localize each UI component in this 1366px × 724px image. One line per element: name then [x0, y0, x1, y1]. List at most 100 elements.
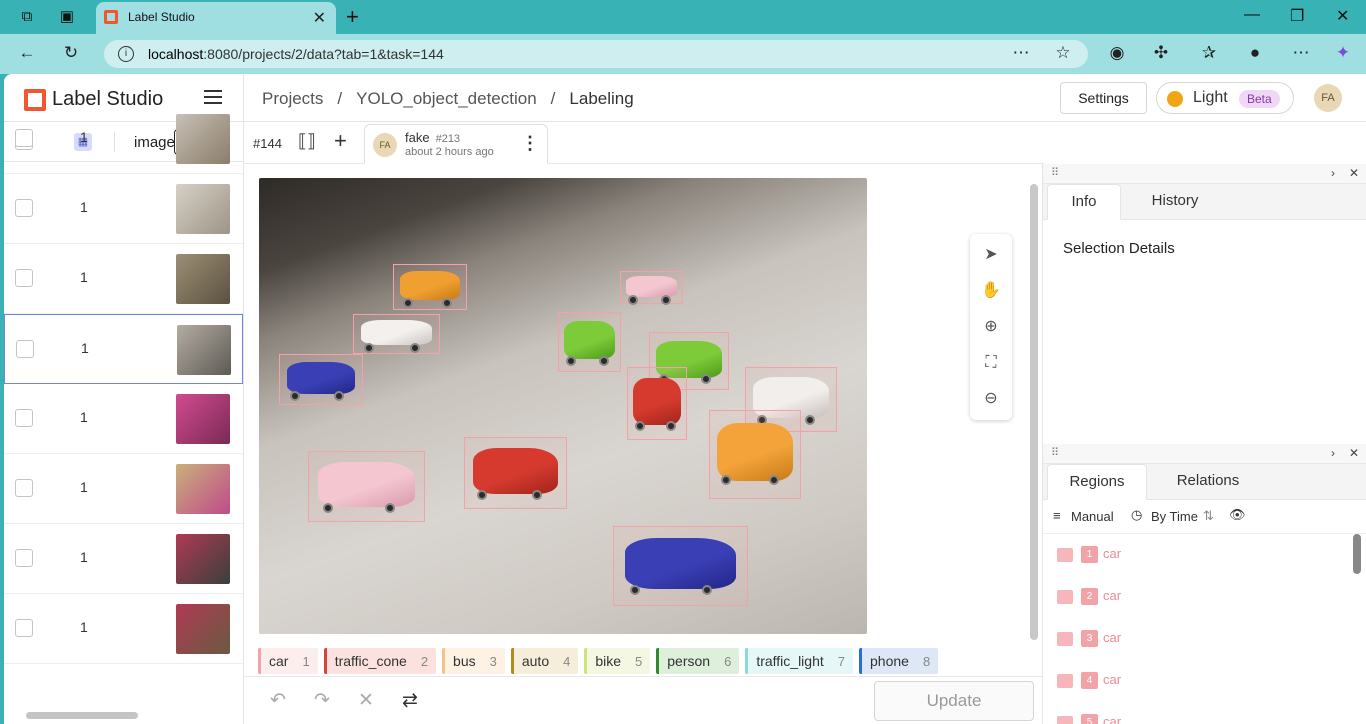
task-row[interactable]: 1: [4, 174, 243, 244]
close-tab-icon[interactable]: ✕: [313, 8, 326, 28]
favorites-icon[interactable]: ✰: [1198, 43, 1220, 63]
task-row[interactable]: 1: [4, 244, 243, 314]
hamburger-menu-icon[interactable]: [204, 90, 222, 104]
bounding-box[interactable]: [709, 410, 801, 499]
tab-relations[interactable]: Relations: [1153, 464, 1263, 500]
info-panel-header: ⠿ › ✕: [1043, 164, 1366, 184]
label-choice-car[interactable]: car 1: [258, 648, 318, 674]
label-choice-bus[interactable]: bus 3: [442, 648, 505, 674]
label-choice-bike[interactable]: bike 5: [584, 648, 651, 674]
pan-tool-icon[interactable]: ✋: [980, 280, 1002, 302]
browser-tab[interactable]: Label Studio ✕: [96, 2, 336, 34]
label-choice-auto[interactable]: auto 4: [510, 648, 579, 674]
collapse-panel-icon[interactable]: ›: [1331, 446, 1335, 460]
fit-to-screen-icon[interactable]: ⛶: [980, 352, 1002, 374]
horizontal-scrollbar[interactable]: [26, 712, 138, 719]
drag-handle-icon[interactable]: ⠿: [1051, 166, 1059, 179]
theme-toggle[interactable]: Light Beta: [1156, 82, 1294, 114]
zoom-in-icon[interactable]: ⊕: [980, 316, 1002, 338]
task-row[interactable]: 1: [4, 384, 243, 454]
add-annotation-icon[interactable]: +: [334, 128, 347, 154]
label-choice-traffic-cone[interactable]: traffic_cone 2: [323, 648, 437, 674]
image-canvas[interactable]: [259, 178, 867, 634]
bounding-box[interactable]: [464, 437, 567, 509]
close-panel-icon[interactable]: ✕: [1349, 446, 1359, 460]
task-row[interactable]: 1: [4, 454, 243, 524]
annotation-menu-icon[interactable]: ⋮: [521, 133, 539, 154]
bounding-box[interactable]: [613, 526, 748, 606]
select-tool-icon[interactable]: ➤: [980, 244, 1002, 266]
canvas-scrollbar[interactable]: [1030, 184, 1038, 640]
minimize-icon[interactable]: —: [1244, 6, 1260, 24]
site-info-icon[interactable]: i: [118, 46, 134, 62]
collapse-panel-icon[interactable]: ›: [1331, 166, 1335, 180]
region-item[interactable]: 5 car: [1043, 702, 1366, 724]
bounding-box[interactable]: [620, 271, 683, 305]
bounding-box[interactable]: [558, 312, 621, 372]
reload-icon[interactable]: ↻: [60, 43, 82, 63]
undo-icon[interactable]: ↶: [270, 689, 286, 712]
close-panel-icon[interactable]: ✕: [1349, 166, 1359, 180]
row-checkbox[interactable]: [16, 340, 34, 358]
favorite-star-icon[interactable]: ☆: [1052, 43, 1074, 63]
region-item[interactable]: 2 car: [1043, 576, 1366, 618]
reset-icon[interactable]: ✕: [358, 689, 374, 712]
label-choice-traffic-light[interactable]: traffic_light 7: [745, 648, 853, 674]
sort-direction-icon[interactable]: ⇅: [1203, 508, 1214, 524]
breadcrumb-projects[interactable]: Projects: [262, 89, 323, 109]
row-checkbox[interactable]: [15, 199, 33, 217]
tab-regions[interactable]: Regions: [1047, 464, 1147, 500]
by-time-sort-button[interactable]: By Time: [1151, 509, 1198, 524]
profile-icon[interactable]: ●: [1244, 43, 1266, 63]
bounding-box[interactable]: [627, 367, 687, 440]
row-checkbox[interactable]: [15, 129, 33, 147]
row-checkbox[interactable]: [15, 269, 33, 287]
task-list-scrollbar[interactable]: [231, 122, 243, 682]
region-item[interactable]: 4 car: [1043, 660, 1366, 702]
manual-sort-button[interactable]: Manual: [1071, 509, 1114, 524]
tab-history[interactable]: History: [1125, 184, 1225, 220]
settings-button[interactable]: Settings: [1060, 82, 1147, 114]
annotation-tab[interactable]: FA fake #213 about 2 hours ago ⋮: [364, 124, 548, 164]
breadcrumb-separator: /: [550, 89, 556, 108]
label-choice-phone[interactable]: phone 8: [859, 648, 939, 674]
breadcrumb-project[interactable]: YOLO_object_detection: [356, 89, 537, 109]
bounding-box[interactable]: [353, 314, 440, 354]
toggle-panels-icon[interactable]: ⟦⟧: [298, 131, 316, 152]
row-checkbox[interactable]: [15, 549, 33, 567]
region-item[interactable]: 1 car: [1043, 534, 1366, 576]
update-button[interactable]: Update: [874, 681, 1034, 721]
tab-info[interactable]: Info: [1047, 184, 1121, 220]
zoom-out-icon[interactable]: ⊖: [980, 388, 1002, 410]
url-field[interactable]: i localhost:8080/projects/2/data?tab=1&t…: [104, 40, 1088, 68]
redo-icon[interactable]: ↷: [314, 689, 330, 712]
user-avatar[interactable]: FA: [1314, 84, 1342, 112]
task-row[interactable]: 1: [4, 104, 243, 174]
page-actions-icon[interactable]: ⋯: [1010, 43, 1032, 63]
drag-handle-icon[interactable]: ⠿: [1051, 446, 1059, 459]
extension-record-icon[interactable]: ◉: [1106, 43, 1128, 63]
row-checkbox[interactable]: [15, 619, 33, 637]
close-window-icon[interactable]: ✕: [1336, 6, 1349, 26]
copilot-icon[interactable]: ✦: [1332, 43, 1354, 63]
region-item[interactable]: 3 car: [1043, 618, 1366, 660]
row-checkbox[interactable]: [15, 479, 33, 497]
bounding-box[interactable]: [393, 264, 467, 310]
extensions-icon[interactable]: ✣: [1150, 43, 1172, 63]
row-checkbox[interactable]: [15, 409, 33, 427]
task-row[interactable]: 1: [4, 314, 243, 384]
tab-actions-icon[interactable]: ▣: [58, 8, 76, 26]
settings-sliders-icon[interactable]: ⇄: [402, 689, 418, 712]
bounding-box[interactable]: [279, 354, 363, 405]
restore-icon[interactable]: ❐: [1290, 6, 1304, 26]
task-row[interactable]: 1: [4, 524, 243, 594]
region-list-scrollbar[interactable]: [1353, 534, 1361, 574]
new-tab-icon[interactable]: +: [346, 4, 359, 30]
task-row[interactable]: 1: [4, 594, 243, 664]
bounding-box[interactable]: [308, 451, 425, 522]
browser-menu-icon[interactable]: ⋯: [1290, 43, 1312, 63]
label-choice-person[interactable]: person 6: [656, 648, 740, 674]
back-icon[interactable]: ←: [16, 43, 38, 63]
workspaces-icon[interactable]: ⧉: [18, 8, 36, 26]
visibility-eye-icon[interactable]: 👁: [1229, 507, 1246, 523]
